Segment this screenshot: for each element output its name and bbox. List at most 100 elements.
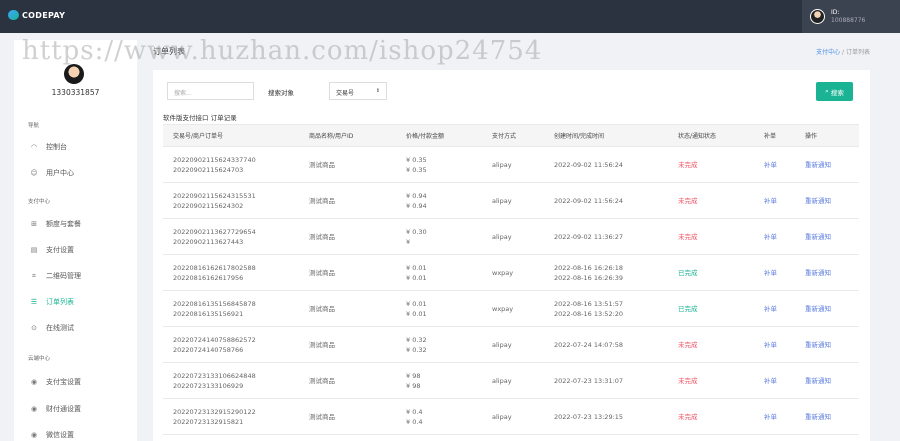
finished-time: 2022-08-16 16:26:39: [554, 273, 624, 282]
time-cell: 2022-07-24 14:07:58: [544, 326, 668, 363]
sidebar-item-label: 支付宝设置: [46, 378, 81, 386]
sidebar-section-nav: 导航: [28, 123, 40, 129]
paid-amount: ¥: [406, 237, 411, 246]
paid-amount: ¥ 0.01: [406, 273, 427, 282]
sidebar-item-tenpay[interactable]: ◉ 财付通设置: [30, 403, 130, 415]
renotify-link[interactable]: 重新通知: [795, 362, 859, 399]
trade-no: 20220724140758862572: [173, 335, 256, 344]
column-header: 交易号/商户订单号: [163, 124, 299, 147]
user-menu[interactable]: ID: 100888776: [802, 0, 900, 33]
supplement-link[interactable]: 补单: [754, 362, 795, 399]
sidebar: 1330331857 导航 ◠ 控制台 ☺ 用户中心 支付中心 ⊞ 额度与套餐 …: [14, 40, 137, 441]
renotify-link[interactable]: 重新通知: [795, 218, 859, 255]
method-cell: alipay: [482, 398, 544, 435]
renotify-link[interactable]: 重新通知: [795, 182, 859, 219]
trade-cell: 20220723132915290122 20220723132915821: [163, 398, 299, 435]
search-target-select[interactable]: 交易号 ⇕: [329, 82, 387, 100]
trade-no: 20220816162617802588: [173, 263, 256, 272]
supplement-link[interactable]: 补单: [754, 254, 795, 291]
sidebar-item-user-center[interactable]: ☺ 用户中心: [30, 167, 130, 179]
renotify-link[interactable]: 重新通知: [795, 398, 859, 435]
renotify-link[interactable]: 重新通知: [795, 254, 859, 291]
list-icon: ☰: [30, 298, 38, 306]
column-header: 创建时间/完成时间: [544, 124, 668, 147]
status-cell: 已完成: [668, 254, 754, 291]
status-cell: 未完成: [668, 146, 754, 183]
tenpay-icon: ◉: [30, 405, 38, 413]
watermark: https://www.huzhan.com/ishop24754: [22, 36, 543, 66]
method-cell: alipay: [482, 326, 544, 363]
table-header-row: 交易号/商户订单号 商品名称/用户ID 价格/付款金额 支付方式 创建时间/完成…: [163, 124, 859, 147]
column-header: 商品名称/用户ID: [299, 124, 396, 147]
search-target-label: 搜索对象: [268, 89, 294, 97]
price-cell: ¥ 0.4 ¥ 0.4: [396, 398, 482, 435]
product-cell: 测试商品: [299, 146, 396, 183]
price: ¥ 0.4: [406, 407, 423, 416]
test-icon: ⊙: [31, 324, 37, 332]
time-cell: 2022-07-23 13:31:07: [544, 362, 668, 399]
renotify-link[interactable]: 重新通知: [795, 290, 859, 327]
logo[interactable]: CODEPAY: [8, 10, 65, 20]
trade-no: 20220902115624315531: [173, 191, 256, 200]
time-cell: 2022-09-02 11:36:27: [544, 218, 668, 255]
sidebar-avatar[interactable]: [64, 64, 84, 84]
breadcrumb-separator: /: [842, 49, 845, 56]
status-cell: 未完成: [668, 326, 754, 363]
table-caption: 软件版支付接口 订单记录: [163, 114, 237, 122]
price-cell: ¥ 0.94 ¥ 0.94: [396, 182, 482, 219]
method-cell: alipay: [482, 362, 544, 399]
order-no: 20220816135156921: [173, 309, 244, 318]
table-row: 20220724140758862572 20220724140758766 测试商…: [163, 326, 859, 363]
table-row: 20220902115624337740 20220902115624703 测试商…: [163, 146, 859, 183]
sidebar-item-dashboard[interactable]: ◠ 控制台: [30, 141, 130, 153]
status-cell: 已完成: [668, 290, 754, 327]
search-button[interactable]: ⌕ 搜索: [816, 82, 853, 101]
supplement-link[interactable]: 补单: [754, 218, 795, 255]
supplement-link[interactable]: 补单: [754, 398, 795, 435]
search-button-label: 搜索: [830, 88, 844, 97]
table-row: 20220723133106624848 20220723133106929 测试商…: [163, 362, 859, 399]
sidebar-item-qrcode[interactable]: ⌗ 二维码管理: [30, 270, 130, 282]
renotify-link[interactable]: 重新通知: [795, 326, 859, 363]
sidebar-item-label: 额度与套餐: [46, 220, 81, 228]
breadcrumb-parent[interactable]: 支付中心: [816, 49, 840, 56]
trade-no: 20220902115624337740: [173, 155, 256, 164]
sidebar-item-orders[interactable]: ☰ 订单列表: [30, 296, 130, 308]
sidebar-section-cloud: 云端中心: [28, 356, 51, 362]
sidebar-item-alipay[interactable]: ◉ 支付宝设置: [30, 376, 130, 388]
trade-cell: 20220902115624337740 20220902115624703: [163, 146, 299, 183]
method-cell: alipay: [482, 218, 544, 255]
trade-cell: 20220816162617802588 20220816162617956: [163, 254, 299, 291]
price: ¥ 0.30: [406, 227, 427, 236]
sidebar-item-label: 财付通设置: [46, 405, 81, 413]
supplement-link[interactable]: 补单: [754, 326, 795, 363]
sidebar-item-pay-settings[interactable]: ▤ 支付设置: [30, 244, 130, 256]
product-cell: 测试商品: [299, 182, 396, 219]
product-cell: 测试商品: [299, 362, 396, 399]
method-cell: alipay: [482, 146, 544, 183]
top-navbar: CODEPAY ID: 100888776: [0, 0, 900, 33]
supplement-link[interactable]: 补单: [754, 290, 795, 327]
sidebar-item-quota[interactable]: ⊞ 额度与套餐: [30, 218, 130, 230]
sidebar-item-online-test[interactable]: ⊙ 在线测试: [30, 322, 130, 334]
renotify-link[interactable]: 重新通知: [795, 146, 859, 183]
supplement-link[interactable]: 补单: [754, 146, 795, 183]
table-row: 20220816135156845878 20220816135156921 测试商…: [163, 290, 859, 327]
trade-no: 20220902113627729654: [173, 227, 256, 236]
order-no: 20220902115624302: [173, 201, 244, 210]
orders-panel: 搜索... 搜索对象 交易号 ⇕ ⌕ 搜索 软件版支付接口 订单记录 交易号/商…: [153, 70, 870, 441]
created-time: 2022-07-24 14:07:58: [554, 340, 624, 349]
logo-text: CODEPAY: [22, 10, 66, 20]
sort-caret-icon: ⇕: [375, 88, 380, 94]
sidebar-item-label: 订单列表: [46, 298, 74, 306]
sidebar-item-wechat[interactable]: ◉ 微信设置: [30, 429, 130, 441]
method-cell: alipay: [482, 182, 544, 219]
trade-no: 20220723132915290122: [173, 407, 256, 416]
supplement-link[interactable]: 补单: [754, 182, 795, 219]
method-cell: wxpay: [482, 254, 544, 291]
status-cell: 未完成: [668, 398, 754, 435]
paid-amount: ¥ 0.32: [406, 345, 427, 354]
order-no: 20220723132915821: [173, 417, 244, 426]
product-cell: 测试商品: [299, 398, 396, 435]
search-input[interactable]: 搜索...: [167, 82, 254, 100]
